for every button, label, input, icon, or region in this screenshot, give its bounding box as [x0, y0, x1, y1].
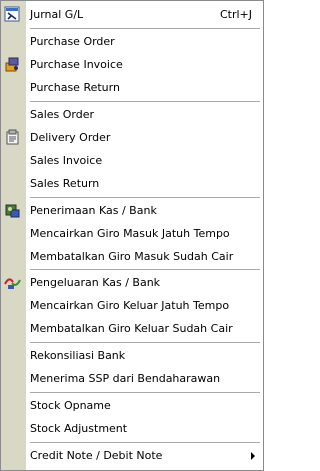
menu-item-label: Purchase Order: [30, 35, 115, 48]
menu-separator: [30, 269, 260, 270]
menu-separator: [30, 197, 260, 198]
menu-item-label: Delivery Order: [30, 131, 111, 144]
menu-item-purchase-return[interactable]: Purchase Return: [1, 76, 263, 99]
menu-item-label: Pengeluaran Kas / Bank: [30, 276, 161, 289]
menu-item-label: Stock Adjustment: [30, 422, 128, 435]
menu-item-label: Rekonsiliasi Bank: [30, 349, 126, 362]
menu-item-label: Sales Order: [30, 108, 95, 121]
cash-payment-icon: [4, 274, 21, 291]
menu-item-delivery-order[interactable]: Delivery Order: [1, 126, 263, 149]
menu-separator: [30, 392, 260, 393]
menu-item-credit-debit-note[interactable]: Credit Note / Debit Note: [1, 444, 263, 467]
menu-item-membatalkan-giro-keluar[interactable]: Membatalkan Giro Keluar Sudah Cair: [1, 317, 263, 340]
menu-item-sales-order[interactable]: Sales Order: [1, 103, 263, 126]
menu-item-label: Purchase Return: [30, 81, 120, 94]
menu-item-label: Sales Return: [30, 177, 100, 190]
menu-separator: [30, 101, 260, 102]
menu-item-rekonsiliasi-bank[interactable]: Rekonsiliasi Bank: [1, 344, 263, 367]
menu-item-label: Stock Opname: [30, 399, 111, 412]
menu-item-label: Jurnal G/L: [30, 8, 84, 21]
menu-item-membatalkan-giro-masuk[interactable]: Membatalkan Giro Masuk Sudah Cair: [1, 245, 263, 268]
menu-item-sales-invoice[interactable]: Sales Invoice: [1, 149, 263, 172]
menu-item-jurnal-gl[interactable]: Jurnal G/L Ctrl+J: [1, 3, 263, 26]
purchase-invoice-icon: [4, 56, 21, 73]
menu-item-menerima-ssp[interactable]: Menerima SSP dari Bendaharawan: [1, 367, 263, 390]
menu-item-pengeluaran-kas-bank[interactable]: Pengeluaran Kas / Bank: [1, 271, 263, 294]
menu-item-purchase-order[interactable]: Purchase Order: [1, 30, 263, 53]
menu-item-label: Menerima SSP dari Bendaharawan: [30, 372, 221, 385]
menu-separator: [30, 442, 260, 443]
context-menu: Jurnal G/L Ctrl+J Purchase Order Purchas…: [0, 0, 264, 471]
menu-item-label: Membatalkan Giro Keluar Sudah Cair: [30, 322, 233, 335]
menu-item-stock-adjustment[interactable]: Stock Adjustment: [1, 417, 263, 440]
journal-icon: [4, 6, 21, 23]
menu-item-label: Purchase Invoice: [30, 58, 123, 71]
menu-item-label: Credit Note / Debit Note: [30, 449, 163, 462]
submenu-arrow-icon: [251, 452, 255, 460]
menu-item-label: Membatalkan Giro Masuk Sudah Cair: [30, 250, 234, 263]
menu-item-label: Sales Invoice: [30, 154, 103, 167]
menu-separator: [30, 342, 260, 343]
menu-item-label: Mencairkan Giro Keluar Jatuh Tempo: [30, 299, 230, 312]
menu-item-label: Mencairkan Giro Masuk Jatuh Tempo: [30, 227, 230, 240]
delivery-order-icon: [4, 129, 21, 146]
menu-separator: [30, 28, 260, 29]
menu-item-stock-opname[interactable]: Stock Opname: [1, 394, 263, 417]
cash-receipt-icon: [4, 202, 21, 219]
menu-item-penerimaan-kas-bank[interactable]: Penerimaan Kas / Bank: [1, 199, 263, 222]
menu-item-sales-return[interactable]: Sales Return: [1, 172, 263, 195]
menu-item-label: Penerimaan Kas / Bank: [30, 204, 157, 217]
menu-item-shortcut: Ctrl+J: [219, 8, 252, 21]
menu-item-purchase-invoice[interactable]: Purchase Invoice: [1, 53, 263, 76]
menu-item-mencairkan-giro-masuk[interactable]: Mencairkan Giro Masuk Jatuh Tempo: [1, 222, 263, 245]
menu-item-mencairkan-giro-keluar[interactable]: Mencairkan Giro Keluar Jatuh Tempo: [1, 294, 263, 317]
